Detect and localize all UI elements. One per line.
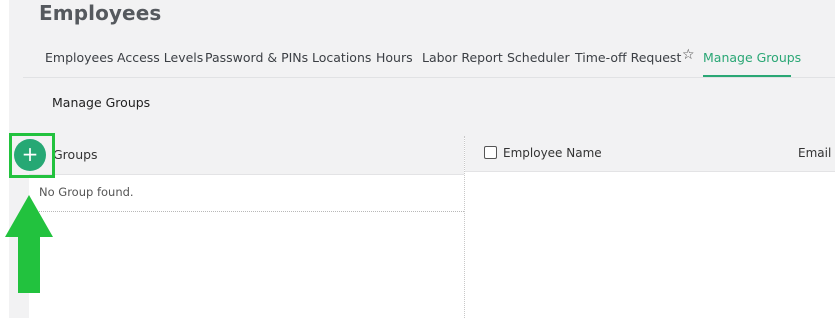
content-panel: Groups No Group found. Employee Name Ema… (29, 136, 835, 318)
page-title: Employees (39, 1, 162, 25)
column-header-email[interactable]: Email (798, 146, 831, 160)
star-icon[interactable]: ☆ (682, 48, 695, 62)
groups-header: Groups (29, 136, 464, 175)
tabs-divider (23, 77, 835, 78)
select-all-checkbox[interactable] (484, 146, 497, 159)
tab-password-pins[interactable]: Password & PINs (205, 50, 308, 65)
tab-manage-groups[interactable]: Manage Groups (703, 50, 801, 65)
highlight-box (9, 133, 55, 178)
tab-scheduler[interactable]: Scheduler (507, 50, 570, 65)
tab-locations[interactable]: Locations (312, 50, 371, 65)
tab-time-off-request[interactable]: Time-off Request (575, 50, 681, 65)
groups-header-label: Groups (53, 147, 98, 162)
tab-employees[interactable]: Employees (45, 50, 113, 65)
tab-hours[interactable]: Hours (376, 50, 413, 65)
up-arrow-icon (5, 195, 53, 293)
tab-access-levels[interactable]: Access Levels (117, 50, 203, 65)
employees-table-header: Employee Name Email (465, 136, 835, 172)
groups-empty-message: No Group found. (39, 185, 134, 199)
groups-divider (29, 211, 464, 212)
section-title: Manage Groups (52, 95, 151, 110)
column-header-employee-name[interactable]: Employee Name (503, 146, 602, 160)
tab-labor-report[interactable]: Labor Report (422, 50, 503, 65)
